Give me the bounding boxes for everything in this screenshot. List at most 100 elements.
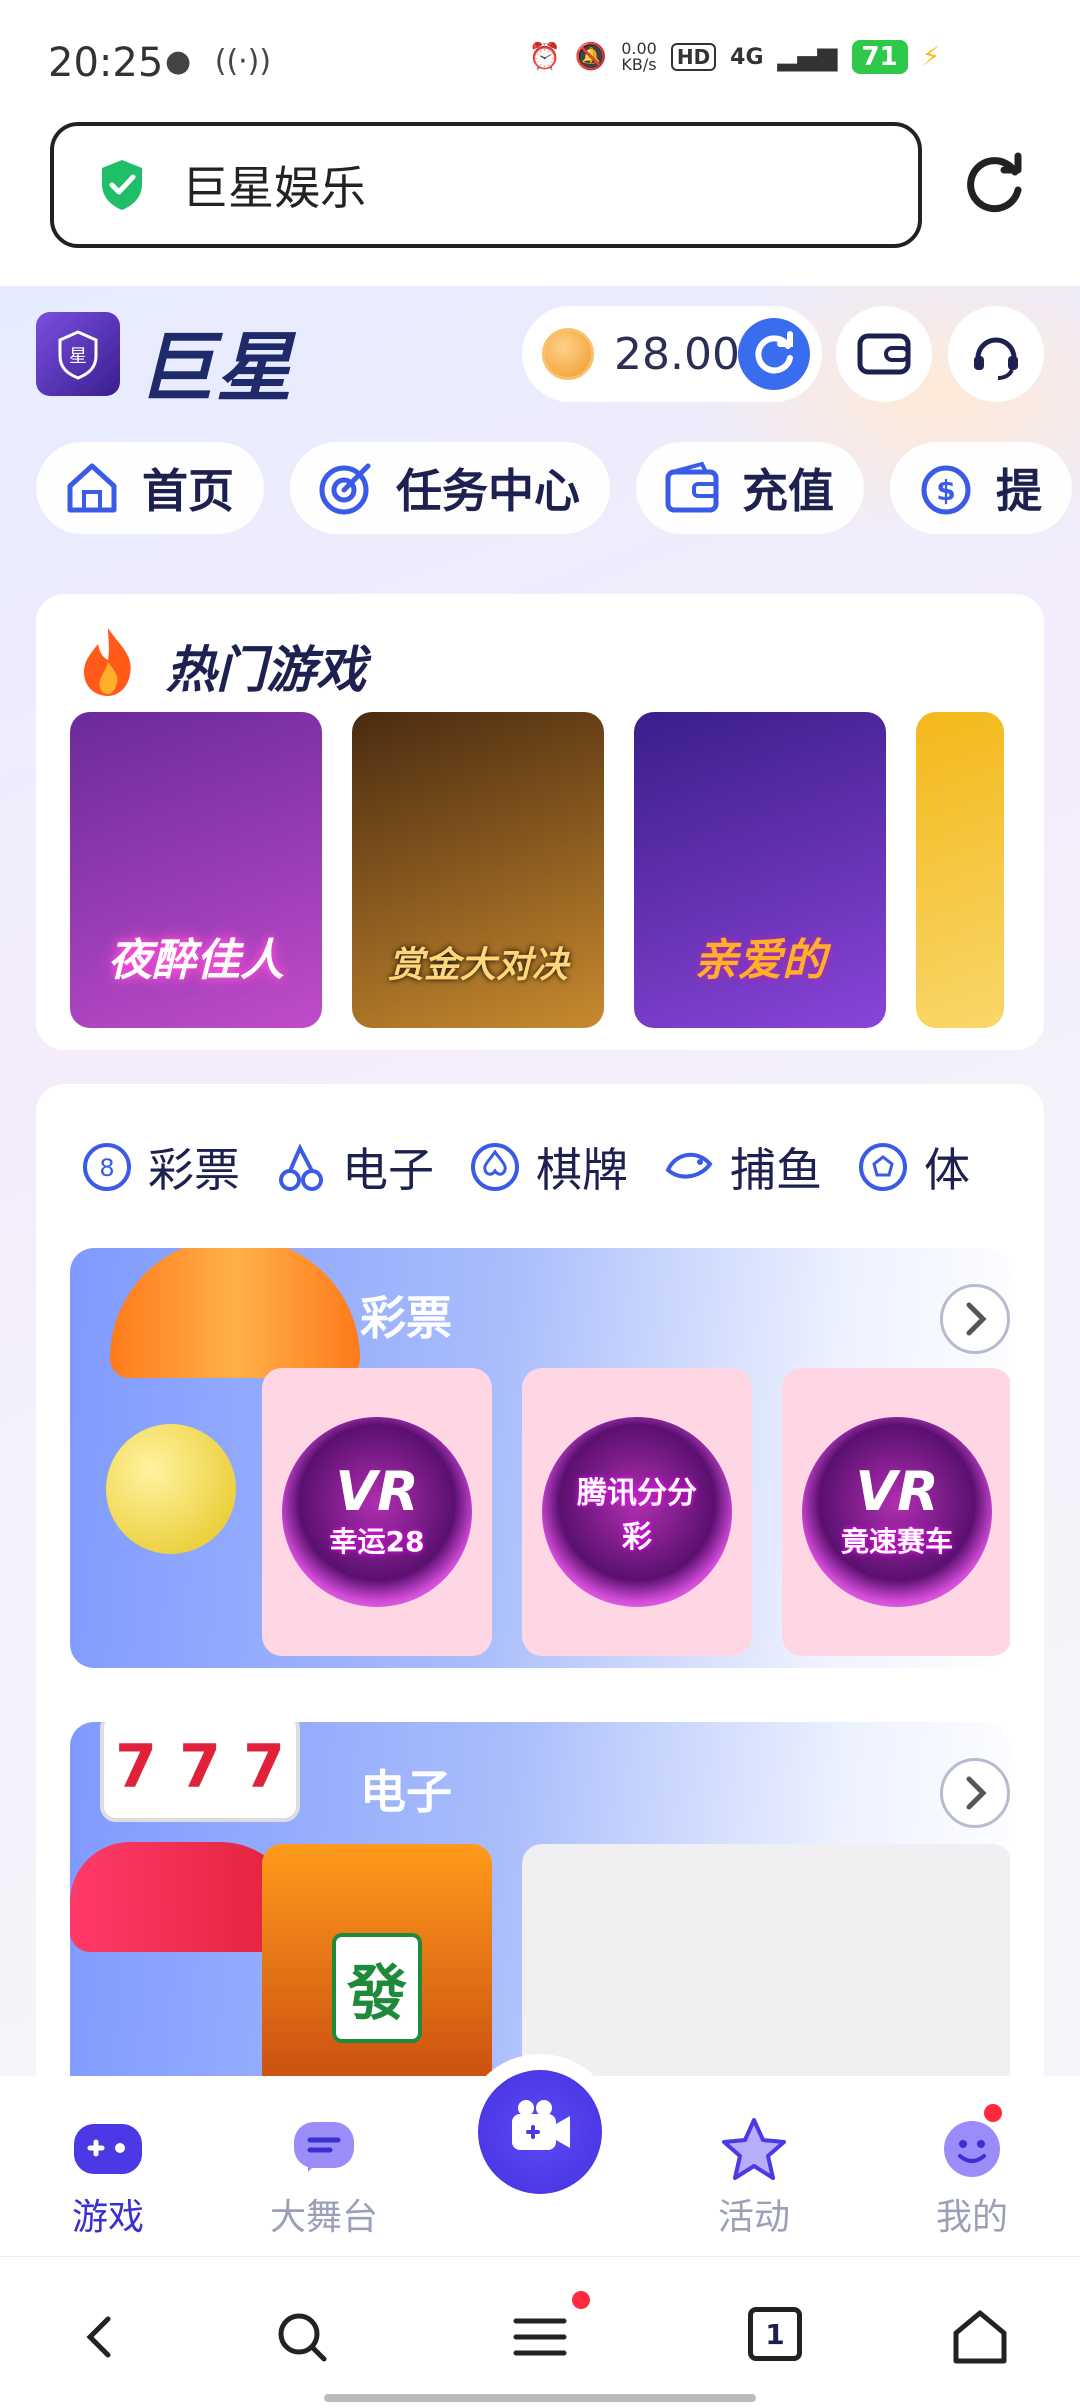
game-title: 夜醉佳人 xyxy=(108,935,284,986)
game-title: 腾讯分分彩 xyxy=(577,1476,697,1555)
category-tab-slots[interactable]: 电子 xyxy=(274,1134,434,1200)
nav-recharge-label: 充值 xyxy=(742,464,834,518)
game-tile[interactable] xyxy=(916,712,1004,1028)
tab-label: 我的 xyxy=(935,2197,1008,2238)
game-title: 亲爱的 xyxy=(694,935,826,986)
game-brand: VR xyxy=(855,1460,939,1523)
address-bar[interactable]: 巨星娱乐 xyxy=(50,122,922,248)
chevron-right-icon xyxy=(966,1302,987,1336)
nav-tasks-label: 任务中心 xyxy=(396,464,580,518)
game-brand: VR xyxy=(335,1460,419,1523)
nav-home[interactable]: 首页 xyxy=(36,442,264,534)
shield-check-icon xyxy=(102,160,142,210)
status-notification-icons: ● ((·)) xyxy=(165,44,271,79)
balance-display: 28.00 xyxy=(522,306,822,402)
game-tile-placeholder xyxy=(522,1844,1010,2076)
battery-level: 71 xyxy=(851,40,908,74)
quick-nav: 首页 任务中心 充值 $ 提 xyxy=(36,442,1072,534)
lottery-ball-icon: 8 xyxy=(83,1143,131,1191)
hd-badge: HD xyxy=(670,43,717,71)
balance-value: 28.00 xyxy=(614,328,740,380)
nav-recharge[interactable]: 充值 xyxy=(636,442,864,534)
video-camera-icon xyxy=(512,2100,570,2150)
gamepad-icon xyxy=(74,2124,142,2174)
nav-home-label: 首页 xyxy=(142,464,234,518)
flame-icon xyxy=(84,628,131,696)
nav-tasks[interactable]: 任务中心 xyxy=(290,442,610,534)
signal-icon: ▂▄▆ xyxy=(777,42,838,72)
back-icon[interactable] xyxy=(70,2307,130,2367)
game-logo: VR 幸运28 xyxy=(282,1417,472,1607)
wallet-icon xyxy=(665,461,719,513)
reload-icon[interactable] xyxy=(960,150,1030,220)
hot-games-list: 夜醉佳人 赏金大对决 亲爱的 xyxy=(70,712,1004,1028)
coin-icon xyxy=(542,328,594,380)
tab-stage[interactable]: 大舞台 xyxy=(244,2116,404,2240)
game-tile[interactable]: 赏金大对决 xyxy=(352,712,604,1028)
network-type: 4G xyxy=(730,44,764,70)
wallet-button[interactable] xyxy=(836,306,932,402)
tab-profile[interactable]: 我的 xyxy=(892,2116,1052,2240)
lottery-games: VR 幸运28 腾讯分分彩 VR 竟速赛车 xyxy=(262,1368,1010,1656)
status-bar: 20:25 ● ((·)) ⏰ 🔕 0.00 KB/s HD 4G ▂▄▆ 71… xyxy=(0,0,1080,120)
game-logo: 腾讯分分彩 xyxy=(542,1417,732,1607)
charging-icon: ⚡ xyxy=(921,42,940,72)
game-title: 竟速赛车 xyxy=(840,1525,953,1558)
game-title: 發 xyxy=(347,1958,407,2029)
category-tab-sports[interactable]: 体 xyxy=(856,1134,970,1200)
mute-icon: 🔕 xyxy=(574,42,608,72)
game-tile[interactable]: 發 xyxy=(262,1844,492,2076)
category-label: 彩票 xyxy=(148,1143,240,1197)
category-label: 捕鱼 xyxy=(730,1143,822,1197)
category-card: 8 彩票 电子 棋牌 捕鱼 体 彩票 VR 幸运28 腾讯分分彩 VR 竟速赛车… xyxy=(36,1084,1044,2076)
browser-nav-bar: 1 xyxy=(0,2256,1080,2408)
tab-games[interactable]: 游戏 xyxy=(28,2116,188,2240)
section-more-button[interactable] xyxy=(940,1284,1010,1354)
section-title: 彩票 xyxy=(360,1291,452,1345)
seven-icon: 7 xyxy=(115,1732,157,1802)
star-icon xyxy=(722,2118,786,2180)
parachute-illustration xyxy=(110,1248,360,1378)
hot-games-title: 热门游戏 xyxy=(166,641,366,699)
section-more-button[interactable] xyxy=(940,1758,1010,1828)
page-content: 星 巨星 28.00 首页 任务中心 充值 $ 提 热门游戏 夜醉佳人 赏金大对… xyxy=(0,286,1080,2076)
category-tab-lottery[interactable]: 8 彩票 xyxy=(80,1134,240,1200)
notification-badge xyxy=(980,2100,1006,2126)
game-tile[interactable]: 夜醉佳人 xyxy=(70,712,322,1028)
slot-machine-illustration: 7 7 7 xyxy=(100,1722,300,1822)
menu-badge xyxy=(572,2291,590,2309)
search-icon[interactable] xyxy=(272,2307,332,2367)
game-tile[interactable]: 腾讯分分彩 xyxy=(522,1368,752,1656)
section-title: 电子 xyxy=(360,1765,452,1819)
svg-text:星: 星 xyxy=(69,346,87,367)
slots-section: 7 7 7 电子 發 xyxy=(70,1722,1010,2076)
tab-events[interactable]: 活动 xyxy=(674,2116,834,2240)
fish-icon xyxy=(665,1153,713,1179)
svg-text:8: 8 xyxy=(99,1154,114,1182)
home-icon[interactable] xyxy=(950,2307,1010,2367)
nav-withdraw[interactable]: $ 提 xyxy=(890,442,1072,534)
soccer-ball-icon xyxy=(859,1143,907,1191)
brand-logo[interactable]: 星 xyxy=(36,312,120,396)
category-label: 电子 xyxy=(342,1143,434,1197)
home-icon xyxy=(67,463,117,513)
live-video-button[interactable] xyxy=(478,2070,602,2194)
tabs-button[interactable]: 1 xyxy=(748,2307,802,2361)
smiley-icon xyxy=(944,2121,1000,2177)
seven-icon: 7 xyxy=(243,1732,285,1802)
chevron-right-icon xyxy=(966,1776,987,1810)
category-tab-fishing[interactable]: 捕鱼 xyxy=(662,1134,822,1200)
tab-label: 大舞台 xyxy=(269,2197,378,2238)
customer-support-button[interactable] xyxy=(948,306,1044,402)
category-tab-cards[interactable]: 棋牌 xyxy=(468,1134,628,1200)
nav-withdraw-label: 提 xyxy=(996,464,1042,518)
category-tabs: 8 彩票 电子 棋牌 捕鱼 体 xyxy=(80,1134,970,1200)
game-tile[interactable]: VR 幸运28 xyxy=(262,1368,492,1656)
headset-icon xyxy=(974,337,1018,380)
game-tile[interactable]: VR 竟速赛车 xyxy=(782,1368,1010,1656)
menu-icon[interactable] xyxy=(510,2307,570,2367)
game-tile[interactable]: 亲爱的 xyxy=(634,712,886,1028)
refresh-balance-button[interactable] xyxy=(738,318,810,390)
crest-icon: 星 xyxy=(58,330,98,380)
net-speed-unit: KB/s xyxy=(621,55,657,74)
